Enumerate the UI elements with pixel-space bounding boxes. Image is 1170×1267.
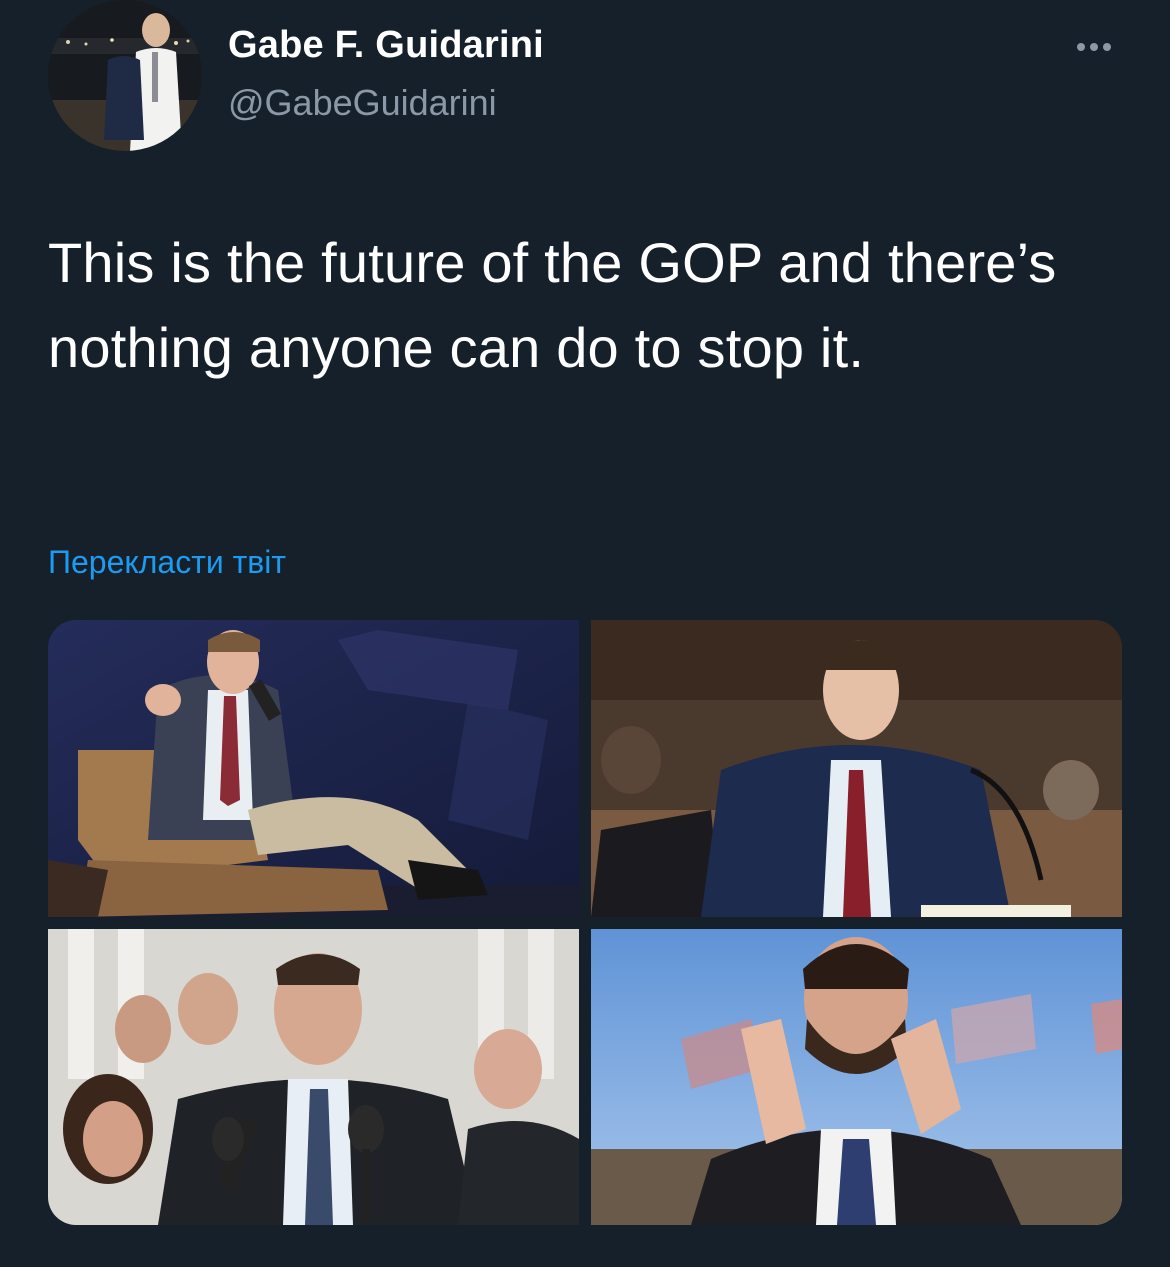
avatar[interactable] <box>48 0 202 151</box>
media-photo-1[interactable] <box>48 620 579 917</box>
media-grid <box>48 620 1122 1225</box>
translate-tweet-link[interactable]: Перекласти твіт <box>48 544 286 581</box>
author-display-name[interactable]: Gabe F. Guidarini <box>228 24 544 67</box>
more-options-button[interactable] <box>1064 30 1124 64</box>
more-horizontal-icon <box>1077 43 1085 51</box>
tweet-text: This is the future of the GOP and there’… <box>48 231 1057 379</box>
media-photo-2[interactable] <box>591 620 1122 917</box>
avatar-photo <box>48 0 202 151</box>
media-photo-4[interactable] <box>591 929 1122 1225</box>
tweet: Gabe F. Guidarini @GabeGuidarini This is… <box>0 0 1170 1267</box>
author-handle[interactable]: @GabeGuidarini <box>228 82 497 124</box>
media-photo-3[interactable] <box>48 929 579 1225</box>
